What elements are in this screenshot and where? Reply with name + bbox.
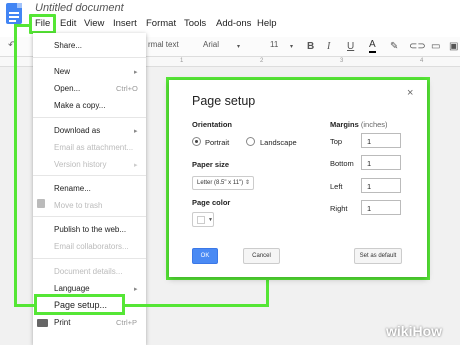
text-color-icon[interactable]: A (369, 39, 376, 53)
menu-add-ons[interactable]: Add-ons (216, 18, 251, 29)
landscape-label[interactable]: Landscape (260, 138, 297, 147)
updown-arrow-icon: ⇕ (244, 180, 250, 186)
menu-item-language[interactable]: Language (54, 284, 90, 293)
margins-label: Margins (330, 120, 359, 129)
menu-item-print[interactable]: Print (54, 318, 70, 327)
menu-format[interactable]: Format (146, 18, 176, 29)
margin-right-label: Right (330, 204, 348, 213)
shortcut-open: Ctrl+O (116, 84, 138, 93)
menu-item-new[interactable]: New (54, 67, 70, 76)
menu-edit[interactable]: Edit (60, 18, 76, 29)
font-select[interactable]: Arial (203, 40, 219, 49)
margin-left-input[interactable] (361, 178, 401, 193)
menu-item-publish-web[interactable]: Publish to the web... (54, 225, 126, 234)
menu-view[interactable]: View (84, 18, 104, 29)
submenu-arrow-icon: ▸ (134, 162, 138, 169)
menu-item-share[interactable]: Share... (54, 41, 82, 50)
menu-item-download-as[interactable]: Download as (54, 126, 100, 135)
ruler-label: 1 (180, 58, 184, 64)
print-icon (37, 319, 48, 327)
ruler-label: 4 (420, 58, 424, 64)
italic-icon[interactable]: I (327, 41, 330, 52)
connector-line (14, 24, 17, 307)
submenu-arrow-icon: ▸ (134, 128, 138, 135)
margin-bottom-label: Bottom (330, 159, 354, 168)
comment-icon[interactable]: ▭ (431, 41, 440, 52)
highlight-pen-icon[interactable]: ✎ (390, 41, 398, 52)
menu-item-email-collaborators: Email collaborators... (54, 242, 129, 251)
color-swatch (197, 216, 205, 224)
menu-item-version-history: Version history (54, 160, 107, 169)
menu-divider (33, 258, 146, 259)
margin-right-input[interactable] (361, 200, 401, 215)
bold-icon[interactable]: B (307, 41, 314, 52)
menu-item-email-attachment: Email as attachment... (54, 143, 134, 152)
file-menu-highlight (29, 14, 56, 34)
underline-icon[interactable]: U (347, 41, 354, 52)
menu-help[interactable]: Help (257, 18, 277, 29)
menu-divider (33, 117, 146, 118)
menu-item-rename[interactable]: Rename... (54, 184, 91, 193)
submenu-arrow-icon: ▸ (134, 286, 138, 293)
close-icon[interactable]: × (407, 87, 413, 99)
paper-size-label: Paper size (192, 160, 230, 169)
menu-tools[interactable]: Tools (184, 18, 206, 29)
image-icon[interactable]: ▣ (449, 41, 458, 52)
margin-top-label: Top (330, 137, 343, 146)
title-bar: Untitled document File Edit View Insert … (0, 0, 460, 37)
ruler-label: 3 (340, 58, 344, 64)
set-as-default-button[interactable]: Set as default (354, 248, 402, 264)
page-color-picker[interactable]: ▼ (192, 212, 214, 227)
cancel-button[interactable]: Cancel (243, 248, 280, 264)
page-color-label: Page color (192, 198, 231, 207)
margin-bottom-input[interactable] (361, 155, 401, 170)
document-title[interactable]: Untitled document (35, 2, 124, 14)
dialog-title: Page setup (192, 94, 256, 108)
orientation-label: Orientation (192, 120, 233, 129)
menu-divider (33, 57, 146, 58)
paper-size-value: Letter (8.5" x 11") (197, 180, 244, 186)
page-setup-highlight[interactable]: Page setup... (34, 294, 125, 315)
menu-item-move-to-trash: Move to trash (54, 201, 103, 210)
connector-line (266, 278, 269, 307)
link-icon[interactable]: ⊂⊃ (409, 41, 426, 52)
menu-item-document-details: Document details... (54, 267, 123, 276)
landscape-radio[interactable] (246, 137, 255, 146)
menu-item-page-setup[interactable]: Page setup... (54, 300, 107, 310)
ruler-label: 2 (260, 58, 264, 64)
menu-item-make-copy[interactable]: Make a copy... (54, 101, 105, 110)
connector-line (14, 24, 31, 27)
ok-button[interactable]: OK (192, 248, 218, 264)
menu-item-open[interactable]: Open... (54, 84, 80, 93)
font-dropdown-icon[interactable]: ▾ (237, 43, 240, 50)
wikihow-watermark: wikiHow (386, 323, 443, 339)
portrait-radio[interactable] (192, 137, 201, 146)
margin-left-label: Left (330, 182, 343, 191)
trash-icon (37, 199, 45, 208)
paper-size-select[interactable]: Letter (8.5" x 11") ⇕ (192, 176, 254, 190)
shortcut-print: Ctrl+P (116, 318, 138, 327)
page-setup-dialog: Page setup × Orientation Portrait Landsc… (169, 80, 427, 277)
margin-top-input[interactable] (361, 133, 401, 148)
submenu-arrow-icon: ▸ (134, 69, 138, 76)
font-size-select[interactable]: 11 (270, 40, 278, 49)
portrait-label[interactable]: Portrait (205, 138, 229, 147)
style-select[interactable]: rmal text (148, 40, 179, 49)
menu-divider (33, 216, 146, 217)
docs-logo-icon[interactable] (6, 3, 22, 24)
menu-insert[interactable]: Insert (113, 18, 137, 29)
menu-divider (33, 175, 146, 176)
size-dropdown-icon[interactable]: ▾ (290, 43, 293, 50)
margins-unit: (inches) (360, 120, 388, 129)
connector-line (14, 304, 35, 307)
chevron-down-icon: ▼ (208, 217, 213, 223)
connector-line (125, 304, 269, 307)
margins-header: Margins (inches) (330, 120, 388, 129)
